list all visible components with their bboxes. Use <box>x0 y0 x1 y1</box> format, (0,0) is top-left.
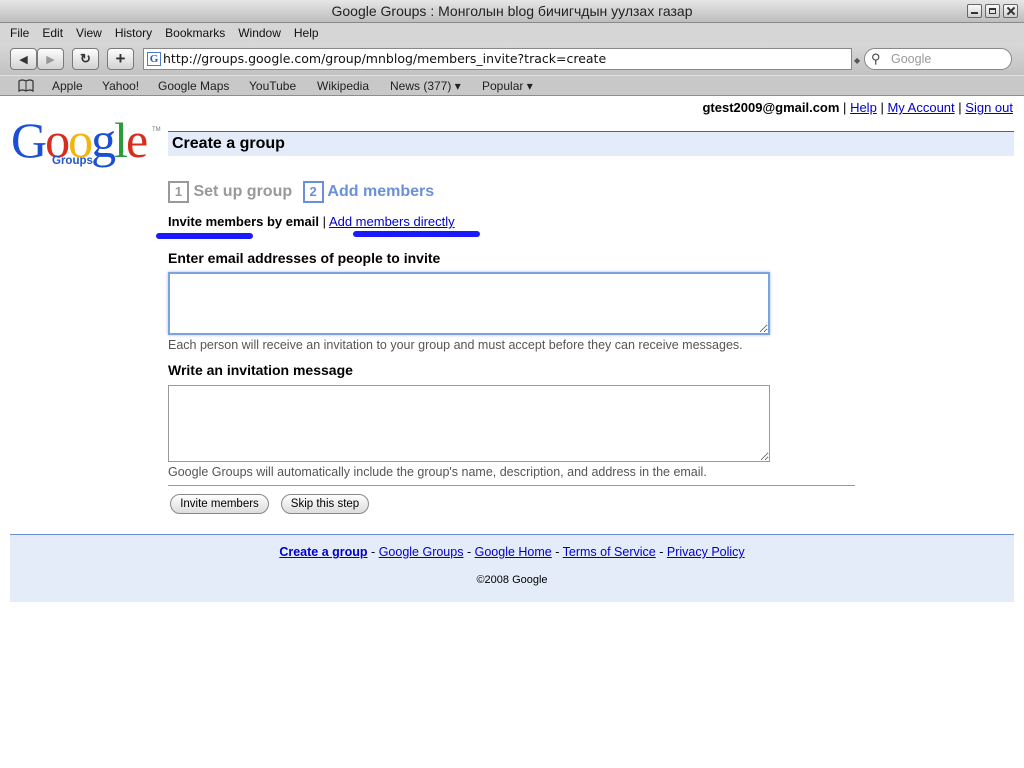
footer-separator: - <box>371 545 376 559</box>
bookmark-yahoo[interactable]: Yahoo! <box>102 76 139 96</box>
footer-links: Create a group - Google Groups - Google … <box>10 535 1014 559</box>
menu-bookmarks[interactable]: Bookmarks <box>165 23 232 43</box>
copyright: ©2008 Google <box>476 574 548 586</box>
message-label: Write an invitation message <box>168 362 353 378</box>
logo-letter: G <box>11 112 47 168</box>
close-icon[interactable] <box>1003 4 1018 18</box>
step-label: Set up group <box>193 183 293 201</box>
sign-out-link[interactable]: Sign out <box>965 100 1013 115</box>
user-bar: gtest2009@gmail.com | Help | My Account … <box>702 100 1013 115</box>
footer-privacy-link[interactable]: Privacy Policy <box>667 545 745 559</box>
step-number: 2 <box>302 181 324 203</box>
step-add-members: 2 Add members <box>302 181 435 203</box>
page-footer: Create a group - Google Groups - Google … <box>10 534 1014 602</box>
address-text: http://groups.google.com/group/mnblog/me… <box>163 51 607 66</box>
invitation-message-field[interactable] <box>168 385 770 462</box>
divider: | <box>843 100 847 115</box>
browser-toolbar: ◀ ▶ ↻ + G http://groups.google.com/group… <box>0 43 1024 75</box>
highlight-marker <box>156 233 253 239</box>
search-placeholder: Google <box>891 52 932 66</box>
window-title: Google Groups : Монголын blog бичигчдын … <box>331 3 693 19</box>
bookmark-news[interactable]: News (377) ▾ <box>390 76 461 96</box>
reload-button[interactable]: ↻ <box>72 48 99 70</box>
step-indicator: 1 Set up group 2 Add members <box>168 181 434 205</box>
web-page: gtest2009@gmail.com | Help | My Account … <box>1 97 1023 767</box>
bookmark-youtube[interactable]: YouTube <box>249 76 296 96</box>
form-divider <box>168 485 855 486</box>
bookmark-wikipedia[interactable]: Wikipedia <box>317 76 369 96</box>
favicon-icon: G <box>147 52 161 66</box>
bookmark-apple[interactable]: Apple <box>52 76 83 96</box>
footer-separator: - <box>659 545 664 559</box>
divider: | <box>880 100 884 115</box>
menu-history[interactable]: History <box>115 23 159 43</box>
reload-icon: ↻ <box>80 51 91 66</box>
logo-letter: e <box>126 112 148 168</box>
menu-bar: File Edit View History Bookmarks Window … <box>0 23 1024 43</box>
footer-separator: - <box>466 545 472 559</box>
message-note: Google Groups will automatically include… <box>168 465 707 479</box>
bookmark-popular[interactable]: Popular ▾ <box>482 76 533 96</box>
minimize-icon[interactable] <box>967 4 982 18</box>
tab-invite-by-email: Invite members by email <box>168 214 320 229</box>
window-controls <box>967 4 1018 18</box>
window-titlebar: Google Groups : Монголын blog бичигчдын … <box>0 0 1024 23</box>
google-groups-logo[interactable]: Google TM Groups <box>11 115 161 175</box>
menu-file[interactable]: File <box>10 23 36 43</box>
menu-window[interactable]: Window <box>238 23 288 43</box>
logo-letter: l <box>114 112 128 168</box>
highlight-marker <box>353 231 480 237</box>
back-button[interactable]: ◀ <box>10 48 37 70</box>
search-field[interactable]: ⚲ Google <box>864 48 1012 70</box>
back-icon: ◀ <box>19 54 28 66</box>
step-setup-group: 1 Set up group <box>168 181 297 203</box>
maximize-icon[interactable] <box>985 4 1000 18</box>
invite-members-button[interactable]: Invite members <box>170 494 269 514</box>
footer-terms-link[interactable]: Terms of Service <box>563 545 656 559</box>
logo-trademark: TM <box>152 127 161 133</box>
forward-icon: ▶ <box>46 54 55 66</box>
footer-google-home-link[interactable]: Google Home <box>475 545 552 559</box>
forward-button[interactable]: ▶ <box>37 48 64 70</box>
logo-product-name: Groups <box>52 155 93 167</box>
menu-help[interactable]: Help <box>294 23 326 43</box>
bookmarks-bar: Apple Yahoo! Google Maps YouTube Wikiped… <box>0 75 1024 96</box>
invite-method-tabs: Invite members by email | Add members di… <box>168 214 455 229</box>
logo-letter: g <box>91 112 116 168</box>
plus-icon: + <box>115 49 126 68</box>
address-bar[interactable]: G http://groups.google.com/group/mnblog/… <box>143 48 852 70</box>
footer-google-groups-link[interactable]: Google Groups <box>379 545 464 559</box>
menu-edit[interactable]: Edit <box>42 23 70 43</box>
skip-step-button[interactable]: Skip this step <box>281 494 369 514</box>
search-icon: ⚲ <box>871 51 881 66</box>
divider: | <box>322 214 327 229</box>
help-link[interactable]: Help <box>850 100 877 115</box>
page-title: Create a group <box>168 131 1014 156</box>
footer-create-group-link[interactable]: Create a group <box>279 545 367 559</box>
url-dropdown-icon[interactable]: ◆ <box>854 56 860 65</box>
footer-separator: - <box>555 545 560 559</box>
divider: | <box>958 100 962 115</box>
user-email: gtest2009@gmail.com <box>702 100 840 115</box>
menu-view[interactable]: View <box>76 23 109 43</box>
bookmark-google-maps[interactable]: Google Maps <box>158 76 229 96</box>
step-label: Add members <box>327 183 435 201</box>
open-book-icon[interactable] <box>18 79 34 92</box>
add-bookmark-button[interactable]: + <box>107 48 134 70</box>
email-addresses-field[interactable] <box>168 272 770 335</box>
my-account-link[interactable]: My Account <box>887 100 954 115</box>
tab-add-members-directly[interactable]: Add members directly <box>329 214 455 229</box>
step-number: 1 <box>168 181 189 203</box>
emails-label: Enter email addresses of people to invit… <box>168 250 441 266</box>
emails-note: Each person will receive an invitation t… <box>168 338 743 352</box>
